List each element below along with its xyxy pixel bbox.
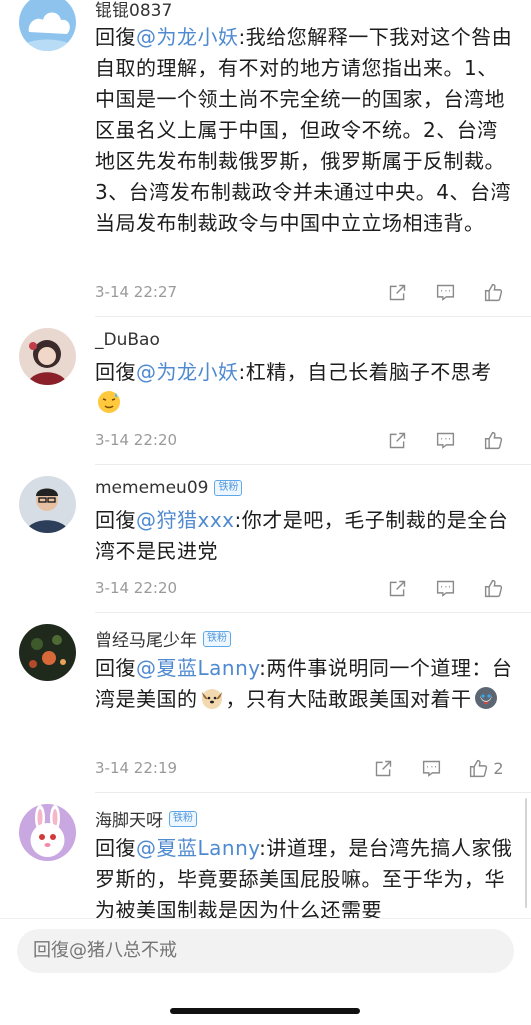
like-button[interactable] [469,282,517,303]
avatar[interactable] [19,476,76,533]
avatar[interactable] [19,804,76,861]
comment-text: 回復@狩猎xxx:你才是吧，毛子制裁的是全台湾不是民进党 [95,508,509,563]
fan-badge: 铁粉 [214,480,243,496]
comment-button[interactable] [421,430,469,451]
reply-input[interactable] [17,929,514,973]
comment-icon [436,432,454,449]
like-button[interactable] [469,430,517,451]
timestamp: 3-14 22:20 [95,579,178,597]
share-button[interactable] [359,758,407,779]
thumbs-up-icon [484,283,502,301]
comment-meta: 3-14 22:20 [95,576,517,600]
comment-button[interactable] [407,758,455,779]
comment-icon [436,580,454,597]
fan-badge: 铁粉 [203,630,231,647]
share-button[interactable] [373,430,421,451]
username[interactable]: _DuBao [95,330,160,350]
emoji-sweat-icon [97,390,121,414]
divider [95,792,531,793]
thumbs-up-icon [470,759,488,777]
comment-text: 回復@夏蓝Lanny:两件事说明同一个道理：台湾是美国的 ，只有大陆敢跟美国对着… [95,656,513,711]
username[interactable]: 曾经马尾少年 铁粉 [95,626,231,651]
username[interactable]: 海脚天呀 铁粉 [95,806,197,831]
avatar[interactable] [19,0,76,51]
mention-link[interactable]: @夏蓝Lanny [136,836,259,860]
home-indicator [170,1008,360,1014]
timestamp: 3-14 22:20 [95,431,178,449]
comment-button[interactable] [421,578,469,599]
thumbs-up-icon [484,431,502,449]
share-icon [389,284,405,300]
share-icon [389,580,405,596]
comment-text: 回復@为龙小妖:我给您解释一下我对这个咎由自取的理解，有不对的地方请您指出来。1… [95,25,513,235]
comment-icon [422,760,440,777]
avatar[interactable] [19,328,76,385]
scrollbar[interactable] [525,798,527,908]
comment-text: 回復@夏蓝Lanny:讲道理，是台湾先搞人家俄罗斯的，毕竟要舔美国屁股嘛。至于华… [95,836,513,918]
thumbs-up-icon [484,579,502,597]
reply-bar [0,918,531,1025]
username[interactable]: mememeu09 铁粉 [95,478,243,498]
comment-list[interactable]: 锟锟0837 回復@为龙小妖:我给您解释一下我对这个咎由自取的理解，有不对的地方… [0,0,531,918]
share-icon [375,760,391,776]
like-count: 2 [493,758,504,778]
mention-link[interactable]: @夏蓝Lanny [136,656,259,680]
divider [95,464,531,465]
timestamp: 3-14 22:27 [95,283,178,301]
like-button[interactable] [469,578,517,599]
comment-meta: 3-14 22:20 [95,428,517,452]
divider [95,612,531,613]
comment-text: 回復@为龙小妖:杠精，自己长着脑子不思考 [95,357,515,419]
comment-icon [436,284,454,301]
username[interactable]: 锟锟0837 [95,0,172,21]
timestamp: 3-14 22:19 [95,759,178,777]
divider [95,316,531,317]
mention-link[interactable]: @狩猎xxx [136,508,235,532]
emoji-dog-icon [200,686,224,710]
emoji-husky-icon [474,686,498,710]
comment-meta: 3-14 22:19 2 [95,756,517,780]
comment-button[interactable] [421,282,469,303]
mention-link[interactable]: @为龙小妖 [136,25,239,49]
fan-badge: 铁粉 [169,810,197,827]
avatar[interactable] [19,624,76,681]
share-button[interactable] [373,282,421,303]
comment-meta: 3-14 22:27 [95,280,517,304]
mention-link[interactable]: @为龙小妖 [136,360,239,384]
like-button[interactable]: 2 [455,758,517,779]
share-button[interactable] [373,578,421,599]
share-icon [389,432,405,448]
